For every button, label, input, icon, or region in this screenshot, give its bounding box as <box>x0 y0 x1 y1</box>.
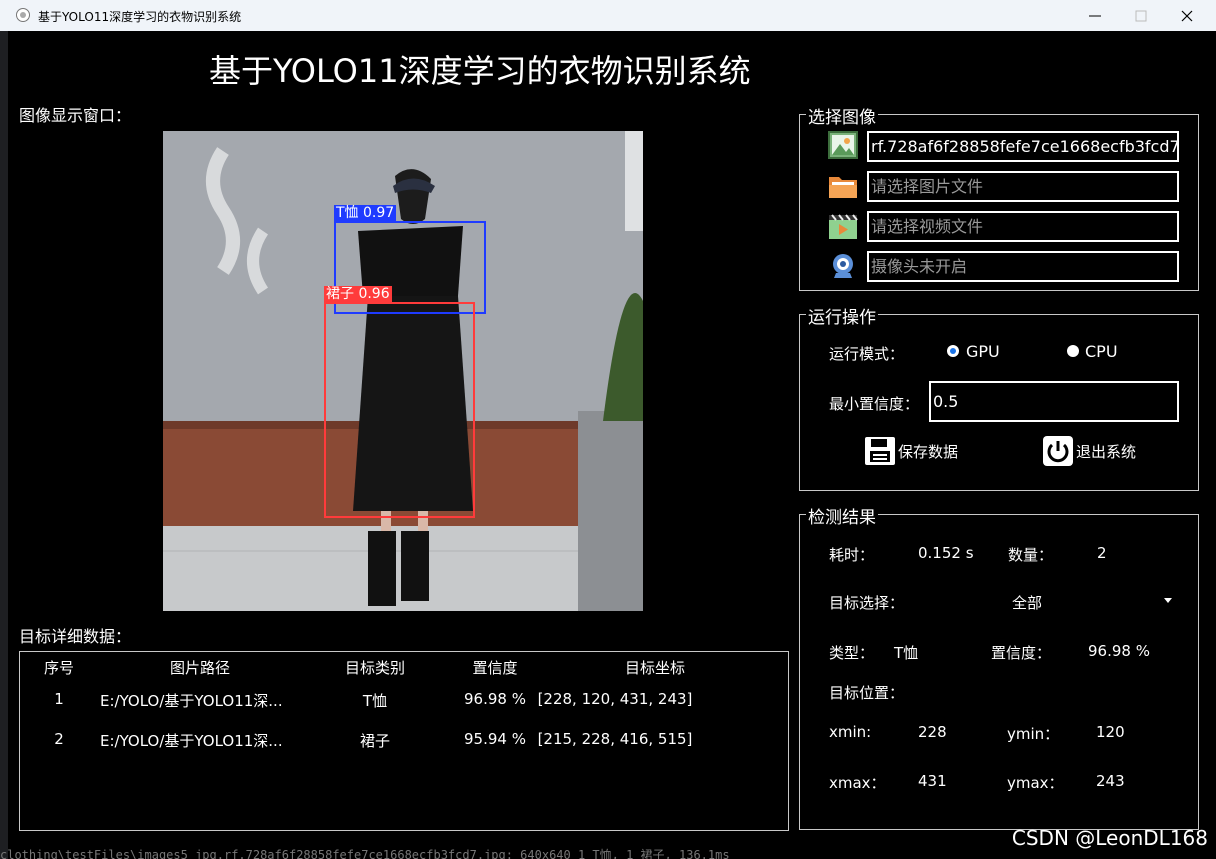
image-display: T恤 0.97 裙子 0.96 <box>163 131 643 611</box>
folder-icon[interactable] <box>827 171 859 201</box>
window-title-bar[interactable]: 基于YOLO11深度学习的衣物识别系统 <box>0 0 1216 31</box>
row-index: 1 <box>54 690 64 708</box>
column-header-class[interactable]: 目标类别 <box>330 657 420 678</box>
row-class: 裙子 <box>359 732 390 750</box>
detail-table[interactable]: 序号 图片路径 目标类别 置信度 目标坐标 1 E:/YOLO/基于YOLO11… <box>19 651 789 831</box>
column-header-index[interactable]: 序号 <box>44 657 74 678</box>
chevron-down-icon <box>1164 598 1172 603</box>
row-path: E:/YOLO/基于YOLO11深... <box>100 732 283 750</box>
run-ops-title: 运行操作 <box>806 303 878 328</box>
save-icon <box>865 437 895 465</box>
row-coords: [215, 228, 416, 515] <box>537 730 693 748</box>
position-label: 目标位置： <box>829 684 905 702</box>
video-file-input[interactable]: 请选择视频文件 <box>867 211 1179 242</box>
time-value: 0.152 s <box>918 544 974 562</box>
conf-value: 96.98 % <box>1088 642 1150 660</box>
table-label: 目标详细数据： <box>19 627 132 646</box>
target-select-dropdown[interactable]: 全部 <box>920 586 1182 616</box>
gpu-radio[interactable] <box>947 345 959 357</box>
detection-box-skirt <box>324 302 475 518</box>
gpu-radio-label[interactable]: GPU <box>966 342 1000 361</box>
column-header-path[interactable]: 图片路径 <box>130 657 270 678</box>
type-label: 类型： <box>829 644 875 662</box>
row-index: 2 <box>54 730 64 748</box>
count-label: 数量： <box>1008 546 1054 564</box>
ymax-label: ymax： <box>1007 774 1064 792</box>
exit-system-label: 退出系统 <box>1076 443 1137 461</box>
select-image-title: 选择图像 <box>806 103 878 128</box>
camera-status-field[interactable]: 摄像头未开启 <box>867 251 1179 282</box>
table-row[interactable]: 2 E:/YOLO/基于YOLO11深... 裙子 95.94 % [215, … <box>20 722 788 756</box>
close-button[interactable] <box>1164 0 1210 31</box>
ymax-value: 243 <box>1096 772 1125 790</box>
run-mode-label: 运行模式： <box>829 345 905 363</box>
close-icon <box>1181 10 1193 22</box>
app-title: 基于YOLO11深度学习的衣物识别系统 <box>209 52 751 90</box>
detection-label-skirt: 裙子 0.96 <box>324 286 392 303</box>
time-label: 耗时： <box>829 546 875 564</box>
image-icon[interactable] <box>827 130 859 160</box>
column-header-confidence[interactable]: 置信度 <box>460 657 530 678</box>
minimize-icon <box>1089 15 1101 17</box>
row-coords: [228, 120, 431, 243] <box>537 690 693 708</box>
background-window-edge <box>0 31 8 859</box>
row-confidence: 95.94 % <box>464 730 526 748</box>
table-row[interactable]: 1 E:/YOLO/基于YOLO11深... T恤 96.98 % [228, … <box>20 682 788 716</box>
row-confidence: 96.98 % <box>464 690 526 708</box>
count-value: 2 <box>1097 544 1107 562</box>
ymin-label: ymin： <box>1007 725 1060 743</box>
xmax-label: xmax： <box>829 774 886 792</box>
xmax-value: 431 <box>918 772 947 790</box>
min-conf-input[interactable]: 0.5 <box>929 381 1179 422</box>
xmin-value: 228 <box>918 723 947 741</box>
save-data-button[interactable]: 保存数据 <box>864 436 964 466</box>
row-path: E:/YOLO/基于YOLO11深... <box>100 692 283 710</box>
minimize-button[interactable] <box>1072 0 1118 31</box>
window-title: 基于YOLO11深度学习的衣物识别系统 <box>38 10 242 24</box>
image-file-input[interactable]: 请选择图片文件 <box>867 171 1179 202</box>
app-icon <box>16 8 30 22</box>
video-icon[interactable] <box>827 211 859 241</box>
min-conf-label: 最小置信度： <box>829 395 920 413</box>
maximize-button[interactable] <box>1118 0 1164 31</box>
exit-system-button[interactable]: 退出系统 <box>1042 436 1142 466</box>
maximize-icon <box>1135 10 1147 22</box>
type-value: T恤 <box>894 644 919 662</box>
save-data-label: 保存数据 <box>898 443 959 461</box>
target-select-value: 全部 <box>1012 594 1043 612</box>
results-title: 检测结果 <box>806 503 878 528</box>
cpu-radio-label[interactable]: CPU <box>1085 342 1118 361</box>
camera-icon[interactable] <box>827 251 859 281</box>
console-output-line: clothing\testFiles\images5_jpg.rf.728af6… <box>0 848 730 859</box>
xmin-label: xmin: <box>829 723 872 741</box>
ymin-value: 120 <box>1096 723 1125 741</box>
conf-label: 置信度： <box>991 644 1052 662</box>
row-class: T恤 <box>362 692 388 710</box>
image-panel-label: 图像显示窗口： <box>19 106 132 125</box>
target-select-label: 目标选择： <box>829 594 905 612</box>
image-path-field[interactable]: rf.728af6f28858fefe7ce1668ecfb3fcd7.jpg <box>867 131 1179 162</box>
cpu-radio[interactable] <box>1067 345 1079 357</box>
detection-label-tshirt: T恤 0.97 <box>334 205 397 222</box>
power-icon <box>1043 436 1073 466</box>
column-header-coords[interactable]: 目标坐标 <box>580 657 730 678</box>
